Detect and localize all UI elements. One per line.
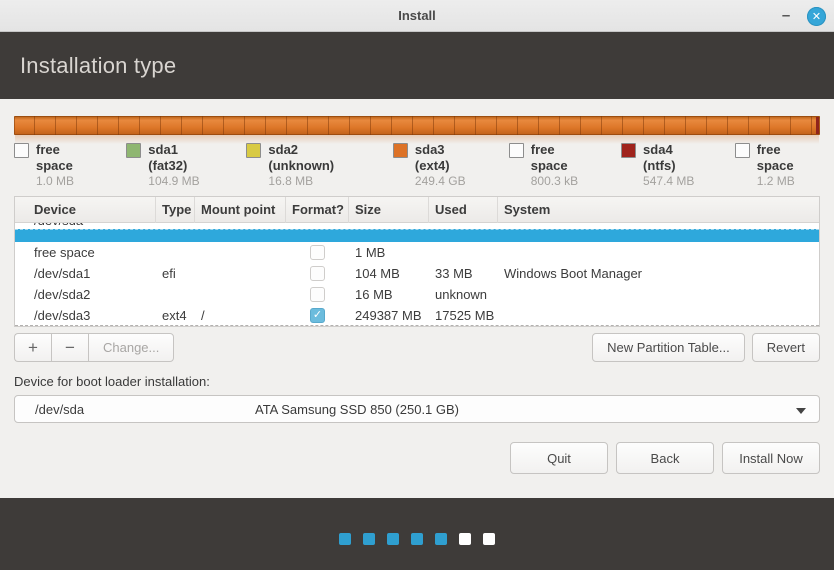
partition-name: free space — [36, 142, 99, 174]
selected-row-highlight[interactable] — [15, 229, 819, 242]
used-cell: 33 MB — [429, 263, 498, 284]
partition-name: sda1 (fat32) — [148, 142, 219, 174]
quit-button[interactable]: Quit — [510, 442, 608, 474]
partition-table: Device Type Mount point Format? Size Use… — [14, 196, 820, 327]
legend-item-sda3: sda3 (ext4) 249.4 GB — [393, 142, 482, 189]
add-partition-button[interactable]: + — [14, 333, 51, 362]
legend-item-sda2: sda2 (unknown) 16.8 MB — [246, 142, 366, 189]
legend-item-sda1: sda1 (fat32) 104.9 MB — [126, 142, 219, 189]
partition-size: 16.8 MB — [268, 174, 366, 189]
legend-item-free-space-2: free space 800.3 kB — [509, 142, 594, 189]
window-controls: – ✕ — [777, 0, 826, 32]
partition-bar[interactable] — [14, 116, 820, 135]
column-header-type[interactable]: Type — [156, 197, 195, 223]
progress-step — [339, 533, 351, 545]
minimize-icon[interactable]: – — [777, 11, 795, 21]
partition-name: free space — [757, 142, 820, 174]
format-checkbox[interactable] — [310, 266, 325, 281]
used-cell: unknown — [429, 284, 498, 305]
format-checkbox[interactable] — [310, 245, 325, 260]
partition-size: 249.4 GB — [415, 174, 482, 189]
bootloader-device-value: /dev/sda — [15, 402, 255, 417]
page-header: Installation type — [0, 32, 834, 99]
format-checkbox[interactable] — [310, 308, 325, 323]
legend-item-free-space-3: free space 1.2 MB — [735, 142, 820, 189]
partition-swatch-icon — [126, 143, 141, 158]
column-header-system[interactable]: System — [498, 197, 819, 223]
device-cell: /dev/sda3 — [15, 305, 156, 326]
table-row-dev-sda-selected[interactable]: /dev/sda — [15, 223, 819, 242]
size-cell: 104 MB — [349, 263, 429, 284]
mount-point-cell: / — [195, 305, 286, 326]
partition-size: 800.3 kB — [531, 174, 594, 189]
back-button[interactable]: Back — [616, 442, 714, 474]
column-header-format[interactable]: Format? — [286, 197, 349, 223]
format-checkbox[interactable] — [310, 287, 325, 302]
partition-swatch-icon — [735, 143, 750, 158]
size-cell: 1 MB — [349, 242, 429, 263]
table-row-dev-sda2[interactable]: /dev/sda2 16 MB unknown — [15, 284, 819, 305]
device-cell: free space — [15, 242, 156, 263]
bootloader-device-dropdown[interactable]: /dev/sda ATA Samsung SSD 850 (250.1 GB) — [14, 395, 820, 423]
partition-toolbar: + − Change... New Partition Table... Rev… — [14, 333, 820, 362]
partition-name: sda4 (ntfs) — [643, 142, 708, 174]
legend-item-sda4: sda4 (ntfs) 547.4 MB — [621, 142, 708, 189]
partition-bar-segments — [14, 116, 820, 135]
column-header-mount-point[interactable]: Mount point — [195, 197, 286, 223]
device-cell: /dev/sda1 — [15, 263, 156, 284]
remove-partition-button[interactable]: − — [51, 333, 88, 362]
chevron-down-icon — [796, 408, 806, 414]
bootloader-label: Device for boot loader installation: — [14, 374, 820, 389]
partition-swatch-icon — [393, 143, 408, 158]
change-partition-button[interactable]: Change... — [88, 333, 174, 362]
partition-swatch-icon — [621, 143, 636, 158]
type-cell: efi — [156, 263, 195, 284]
type-cell: ext4 — [156, 305, 195, 326]
dialog-actions: Quit Back Install Now — [14, 442, 820, 474]
partition-legend: free space 1.0 MB sda1 (fat32) 104.9 MB … — [14, 142, 820, 189]
partition-swatch-icon — [509, 143, 524, 158]
progress-step — [411, 533, 423, 545]
partition-name: sda2 (unknown) — [268, 142, 366, 174]
close-icon[interactable]: ✕ — [807, 7, 826, 26]
table-row-free-space[interactable]: free space 1 MB — [15, 242, 819, 263]
progress-step-indicator — [339, 533, 495, 545]
partition-bar-ntfs-sliver — [816, 117, 819, 134]
window-title: Install — [0, 8, 834, 23]
table-row-dev-sda3[interactable]: /dev/sda3 ext4 / 249387 MB 17525 MB — [15, 305, 819, 326]
table-row-dev-sda1[interactable]: /dev/sda1 efi 104 MB 33 MB Windows Boot … — [15, 263, 819, 284]
partition-size: 1.2 MB — [757, 174, 820, 189]
new-partition-table-button[interactable]: New Partition Table... — [592, 333, 745, 362]
revert-button[interactable]: Revert — [752, 333, 820, 362]
progress-step — [363, 533, 375, 545]
content-area: free space 1.0 MB sda1 (fat32) 104.9 MB … — [0, 116, 834, 498]
partition-edit-group: + − Change... — [14, 333, 174, 362]
page-title: Installation type — [20, 53, 176, 79]
progress-step — [459, 533, 471, 545]
progress-step — [483, 533, 495, 545]
partition-swatch-icon — [14, 143, 29, 158]
partition-size: 104.9 MB — [148, 174, 219, 189]
page-footer — [0, 498, 834, 570]
size-cell: 249387 MB — [349, 305, 429, 326]
system-cell: Windows Boot Manager — [498, 263, 819, 284]
device-cell: /dev/sda2 — [15, 284, 156, 305]
partition-swatch-icon — [246, 143, 261, 158]
size-cell: 16 MB — [349, 284, 429, 305]
used-cell: 17525 MB — [429, 305, 498, 326]
bootloader-device-description: ATA Samsung SSD 850 (250.1 GB) — [255, 402, 459, 417]
legend-item-free-space-1: free space 1.0 MB — [14, 142, 99, 189]
partition-name: sda3 (ext4) — [415, 142, 482, 174]
window-titlebar: Install – ✕ — [0, 0, 834, 32]
table-header-row: Device Type Mount point Format? Size Use… — [15, 197, 819, 223]
partition-size: 547.4 MB — [643, 174, 708, 189]
partition-size: 1.0 MB — [36, 174, 99, 189]
column-header-size[interactable]: Size — [349, 197, 429, 223]
install-now-button[interactable]: Install Now — [722, 442, 820, 474]
column-header-device[interactable]: Device — [15, 197, 156, 223]
progress-step — [387, 533, 399, 545]
column-header-used[interactable]: Used — [429, 197, 498, 223]
progress-step — [435, 533, 447, 545]
partition-name: free space — [531, 142, 594, 174]
